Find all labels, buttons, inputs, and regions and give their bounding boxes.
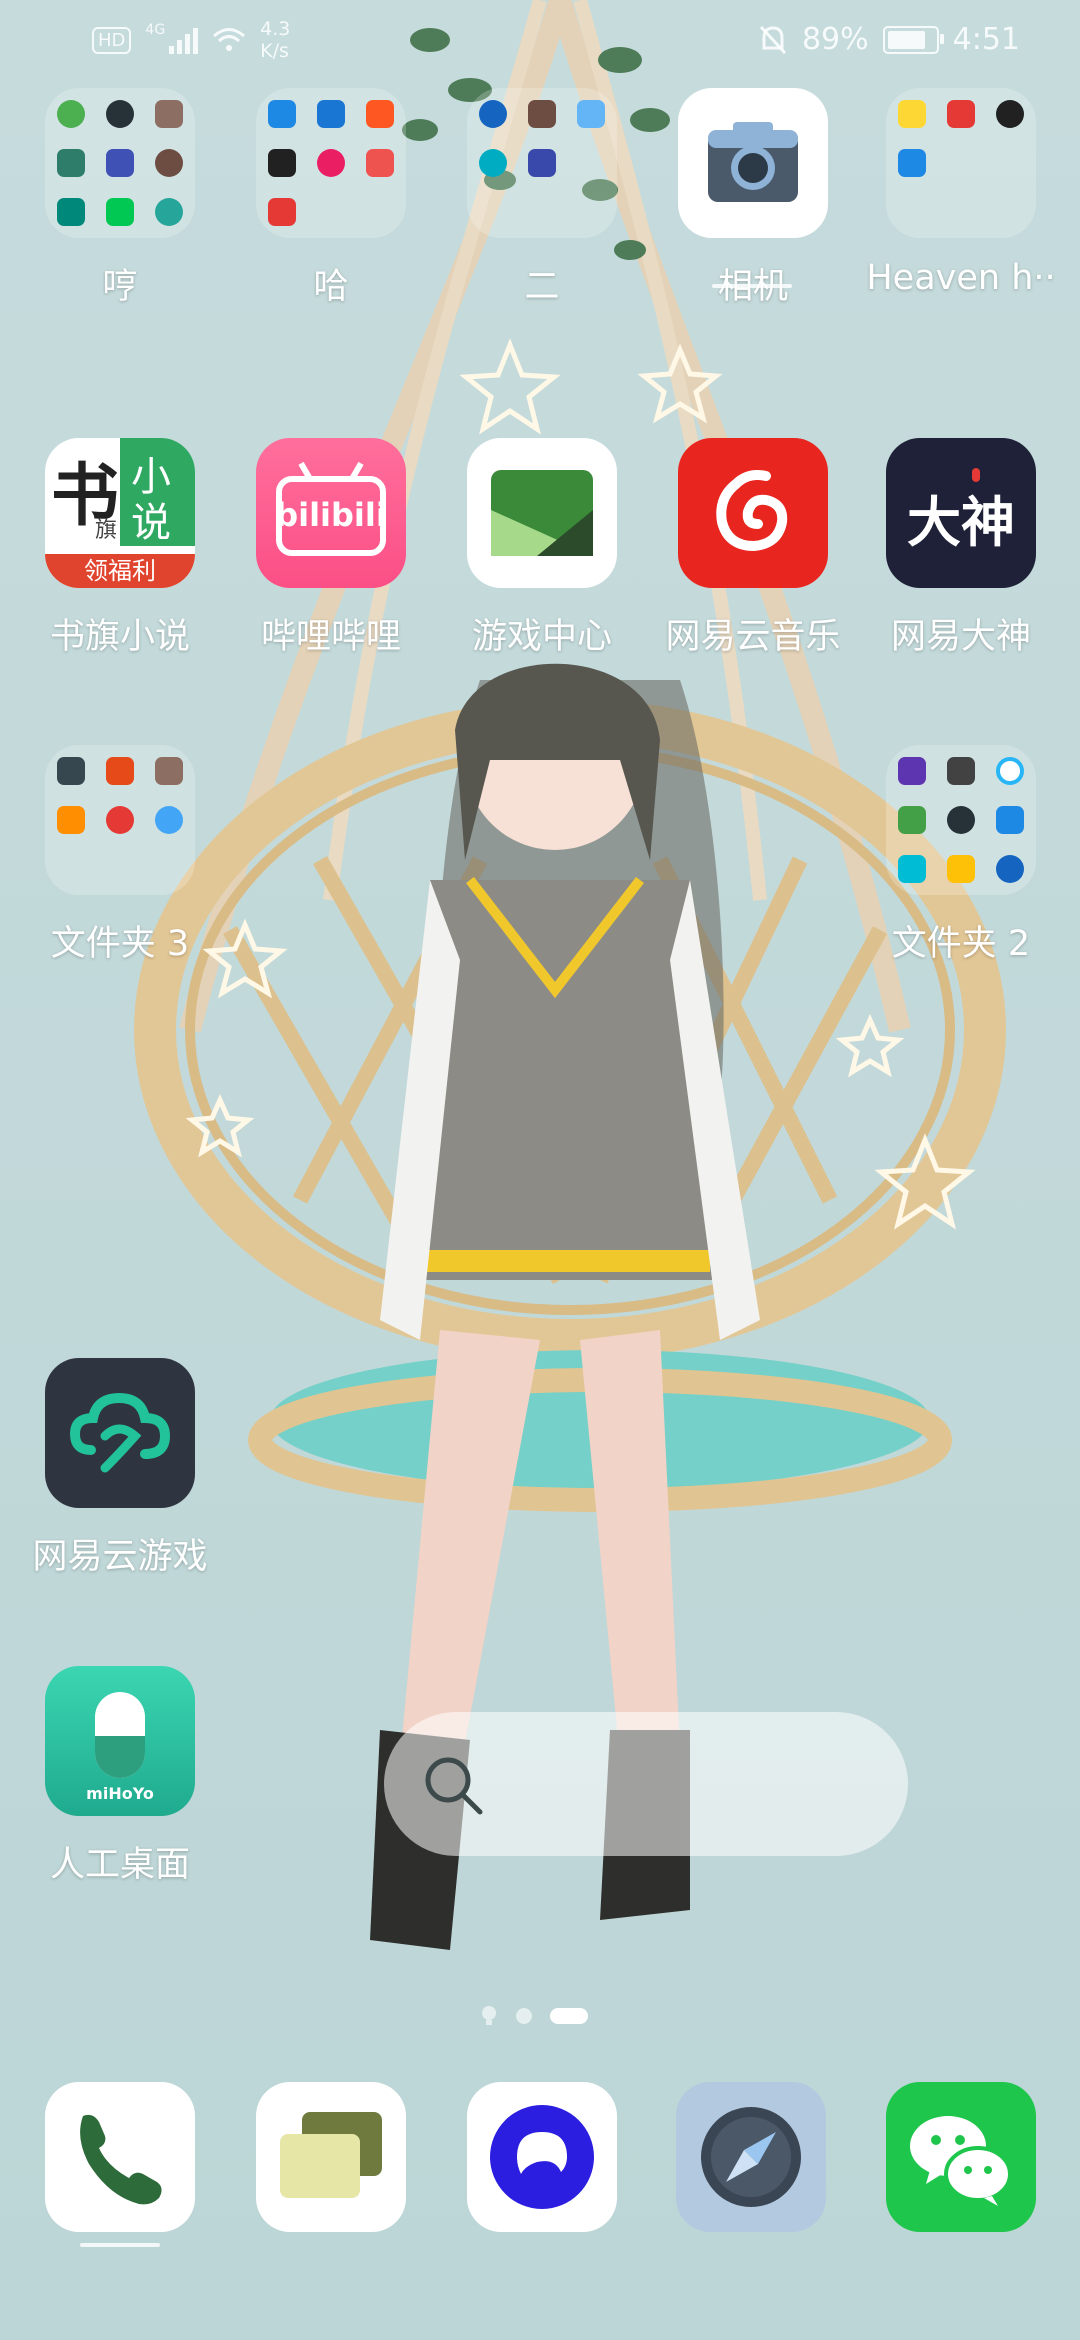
folder-icon xyxy=(467,88,617,238)
app-label: 书旗小说 xyxy=(49,617,190,657)
dock-messages[interactable] xyxy=(256,2082,406,2232)
net-speed-unit: K/s xyxy=(260,40,289,62)
app-label: 网易云音乐 xyxy=(665,617,841,657)
signal-icon xyxy=(169,26,199,54)
mute-bell-icon xyxy=(759,25,787,54)
hd-voice-badge: HD xyxy=(92,26,132,54)
clock: 4:51 xyxy=(952,22,1020,57)
app-label: 网易云游戏 xyxy=(32,1537,208,1577)
folder-icon xyxy=(256,88,406,238)
battery-percent: 89% xyxy=(801,22,869,57)
network-type-label: 4G xyxy=(145,22,166,38)
messages-icon xyxy=(280,2112,382,2198)
folder-icon xyxy=(886,88,1036,238)
compass-icon xyxy=(701,2107,801,2207)
dock-browser[interactable] xyxy=(467,2082,617,2232)
netease-dashen-icon: 大神 xyxy=(886,438,1036,588)
folder-3[interactable]: 文件夹 3 xyxy=(20,745,220,966)
app-label: 哈 xyxy=(313,267,349,307)
status-bar: HD 4G 4.3 K/s 89% 4:51 xyxy=(0,0,1080,84)
page-dot xyxy=(516,2008,532,2024)
app-label: Heaven h·· xyxy=(866,258,1056,298)
battery-icon xyxy=(882,25,944,54)
net-speed: 4.3 K/s xyxy=(260,18,290,62)
folder-ha[interactable]: 哈 xyxy=(231,88,431,309)
page-indicator[interactable] xyxy=(480,2005,588,2027)
app-game-center[interactable]: 游戏中心 xyxy=(442,438,642,659)
app-shuqi-novel[interactable]: 书 小 说 旗 领福利 书旗小说 xyxy=(20,438,220,659)
mihoyo-icon: miHoYo xyxy=(45,1666,195,1816)
app-label: 文件夹 2 xyxy=(891,924,1031,964)
browser-icon xyxy=(490,2105,594,2209)
netease-music-icon xyxy=(678,438,828,588)
folder-2[interactable]: 文件夹 2 xyxy=(861,745,1061,966)
app-netease-cloud-game[interactable]: 网易云游戏 xyxy=(20,1358,220,1579)
lightbulb-icon xyxy=(482,2006,496,2025)
dock-wechat[interactable] xyxy=(886,2082,1036,2232)
app-netease-dashen[interactable]: 大神 网易大神 xyxy=(861,438,1061,659)
app-bilibili[interactable]: bilibili 哔哩哔哩 xyxy=(231,438,431,659)
page-dot-active xyxy=(550,2008,588,2024)
app-label: 游戏中心 xyxy=(471,617,612,657)
app-ai-desktop[interactable]: miHoYo 人工桌面 xyxy=(20,1666,220,1887)
app-label: 人工桌面 xyxy=(49,1845,190,1885)
app-netease-music[interactable]: 网易云音乐 xyxy=(653,438,853,659)
game-center-icon xyxy=(467,438,617,588)
wifi-icon xyxy=(213,28,246,51)
app-label: 哔哩哔哩 xyxy=(260,617,401,657)
folder-icon xyxy=(886,745,1036,895)
app-label: 网易大神 xyxy=(890,617,1031,657)
wechat-icon xyxy=(910,2116,1012,2206)
folder-two[interactable]: 二 xyxy=(442,88,642,309)
folder-hum[interactable]: 哼 xyxy=(20,88,220,309)
netease-cloud-game-icon xyxy=(45,1358,195,1508)
search-bar[interactable] xyxy=(384,1712,908,1856)
shuqi-novel-icon: 书 小 说 旗 领福利 xyxy=(45,438,195,588)
dock-compass[interactable] xyxy=(676,2082,826,2232)
folder-heaven[interactable]: Heaven h·· xyxy=(861,88,1061,298)
wallpaper xyxy=(134,0,1006,1950)
app-label: 二 xyxy=(524,267,560,307)
dock-phone[interactable] xyxy=(45,2082,195,2232)
net-speed-value: 4.3 xyxy=(260,18,291,40)
app-label: 哼 xyxy=(102,267,138,307)
phone-icon xyxy=(80,2114,162,2205)
folder-icon xyxy=(45,88,195,238)
app-camera[interactable]: 相机 xyxy=(653,88,853,309)
camera-icon xyxy=(678,88,828,238)
search-icon xyxy=(425,1757,483,1815)
bilibili-icon: bilibili xyxy=(256,438,406,588)
folder-icon xyxy=(45,745,195,895)
app-label: 文件夹 3 xyxy=(50,924,190,964)
